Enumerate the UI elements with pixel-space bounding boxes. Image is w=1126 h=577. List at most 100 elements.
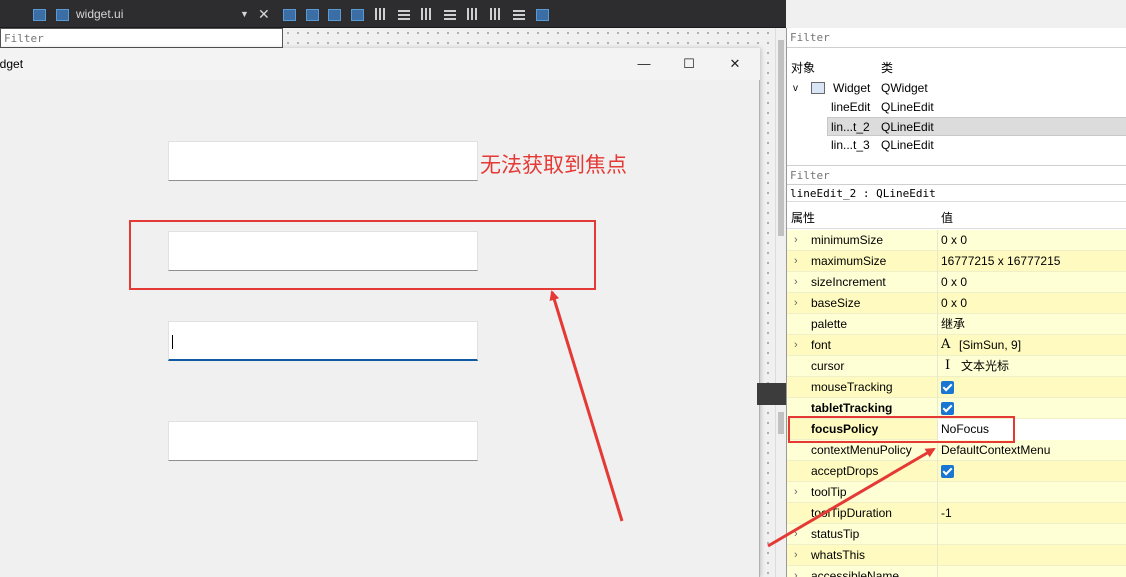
annotation-text: 无法获取到焦点 — [480, 153, 627, 177]
line-edit-4[interactable] — [168, 421, 478, 461]
property-name: baseSize — [811, 296, 861, 310]
column-divider — [937, 356, 938, 377]
property-value: -1 — [941, 506, 952, 520]
scrollbar-thumb[interactable] — [778, 40, 784, 236]
property-name: accessibleName — [811, 569, 900, 577]
close-icon[interactable]: ✕ — [258, 5, 270, 23]
property-value: 0 x 0 — [941, 275, 968, 289]
canvas-scrollbar[interactable] — [775, 28, 786, 577]
property-row-maximumsize[interactable]: › maximumSize 16777215 x 16777215 — [787, 251, 1126, 272]
property-row-font[interactable]: › font A [SimSun, 9] — [787, 335, 1126, 356]
property-value: 继承 — [941, 317, 966, 331]
column-divider — [937, 251, 938, 272]
column-divider — [937, 293, 938, 314]
chevron-right-icon[interactable]: › — [794, 251, 798, 271]
checkbox-checked-icon[interactable] — [941, 465, 954, 478]
property-name: minimumSize — [811, 233, 884, 247]
property-name: cursor — [811, 359, 845, 373]
layout-form-icon[interactable] — [465, 6, 481, 22]
property-row-contextmenupolicy[interactable]: contextMenuPolicy DefaultContextMenu — [787, 440, 1126, 461]
property-row-cursor[interactable]: cursor I 文本光标 — [787, 356, 1126, 377]
line-edit-4-input[interactable] — [169, 422, 477, 460]
property-row-tooltip[interactable]: › toolTip — [787, 482, 1126, 503]
column-divider — [937, 314, 938, 335]
close-button[interactable]: ✕ — [723, 54, 747, 74]
column-divider — [937, 461, 938, 482]
text-cursor-icon: I — [945, 358, 951, 373]
property-value: 16777215 x 16777215 — [941, 254, 1061, 268]
scrollbar-thumb-2[interactable] — [778, 412, 784, 434]
chevron-down-icon[interactable]: ▼ — [240, 5, 249, 23]
property-name: font — [811, 338, 832, 352]
property-name: toolTipDuration — [811, 506, 892, 520]
widget-filter-input[interactable] — [1, 29, 282, 47]
chevron-right-icon[interactable]: › — [794, 335, 798, 355]
line-edit-3[interactable] — [168, 321, 478, 361]
layout-h-splitter-icon[interactable] — [419, 6, 435, 22]
property-name: statusTip — [811, 527, 860, 541]
column-divider — [937, 545, 938, 566]
object-filter-input[interactable] — [787, 28, 1126, 47]
layout-grid-icon[interactable] — [488, 6, 504, 22]
text-caret — [172, 335, 173, 349]
property-value: [SimSun, 9] — [959, 338, 1022, 352]
property-row-mousetracking[interactable]: mouseTracking — [787, 377, 1126, 398]
dock-separator — [757, 383, 786, 405]
checkbox-checked-icon[interactable] — [941, 381, 954, 394]
chevron-right-icon[interactable]: › — [794, 293, 798, 313]
designer-toolbar: widget.ui ▼ ✕ — [0, 0, 786, 28]
property-row-minimumsize[interactable]: › minimumSize 0 x 0 — [787, 230, 1126, 251]
lock-icon[interactable] — [31, 6, 47, 22]
break-layout-icon[interactable] — [511, 6, 527, 22]
chevron-right-icon[interactable]: › — [794, 545, 798, 565]
chevron-right-icon[interactable]: › — [794, 482, 798, 502]
property-value: 0 x 0 — [941, 233, 968, 247]
checkbox-checked-icon[interactable] — [941, 402, 954, 415]
property-name: toolTip — [811, 485, 847, 499]
edit-widgets-icon[interactable] — [281, 6, 297, 22]
property-name: mouseTracking — [811, 380, 893, 394]
property-row-palette[interactable]: palette 继承 — [787, 314, 1126, 335]
property-row-basesize[interactable]: › baseSize 0 x 0 — [787, 293, 1126, 314]
chevron-right-icon[interactable]: › — [794, 524, 798, 544]
edit-tab-order-icon[interactable] — [349, 6, 365, 22]
property-row-tooltipduration[interactable]: toolTipDuration -1 — [787, 503, 1126, 524]
chevron-right-icon[interactable]: › — [794, 272, 798, 292]
property-name: acceptDrops — [811, 464, 879, 478]
layout-vertical-icon[interactable] — [396, 6, 412, 22]
maximize-button[interactable]: ☐ — [677, 54, 701, 74]
property-row-statustip[interactable]: › statusTip — [787, 524, 1126, 545]
line-edit-1-input[interactable] — [169, 142, 477, 180]
minimize-button[interactable]: — — [632, 54, 656, 74]
annotation-box-lineedit — [129, 220, 596, 290]
line-edit-1[interactable] — [168, 141, 478, 181]
property-row-acceptdrops[interactable]: acceptDrops — [787, 461, 1126, 482]
edit-buddies-icon[interactable] — [326, 6, 342, 22]
column-divider — [937, 566, 938, 577]
property-value: DefaultContextMenu — [941, 443, 1051, 457]
column-divider — [937, 440, 938, 461]
layout-v-splitter-icon[interactable] — [442, 6, 458, 22]
column-divider — [937, 272, 938, 293]
layout-horizontal-icon[interactable] — [373, 6, 389, 22]
font-icon: A — [941, 337, 951, 352]
column-divider — [937, 377, 938, 398]
ui-file-icon — [54, 6, 70, 22]
window-title: idget — [0, 57, 24, 71]
property-row-accessiblename[interactable]: › accessibleName — [787, 566, 1126, 577]
edit-signals-icon[interactable] — [304, 6, 320, 22]
file-selector[interactable]: widget.ui — [76, 5, 236, 23]
property-name: tabletTracking — [811, 401, 893, 415]
property-value: 0 x 0 — [941, 296, 968, 310]
chevron-right-icon[interactable]: › — [794, 230, 798, 250]
chevron-right-icon[interactable]: › — [794, 566, 798, 577]
column-divider — [937, 335, 938, 356]
widget-box-filter[interactable] — [0, 28, 283, 48]
property-row-sizeincrement[interactable]: › sizeIncrement 0 x 0 — [787, 272, 1126, 293]
column-divider — [937, 230, 938, 251]
column-divider — [937, 503, 938, 524]
right-dock: 对象 类 v Widget QWidget lineEdit QLineEdit… — [786, 28, 1126, 577]
adjust-size-icon[interactable] — [534, 6, 550, 22]
property-row-whatsthis[interactable]: › whatsThis — [787, 545, 1126, 566]
object-filter[interactable] — [787, 28, 1126, 48]
